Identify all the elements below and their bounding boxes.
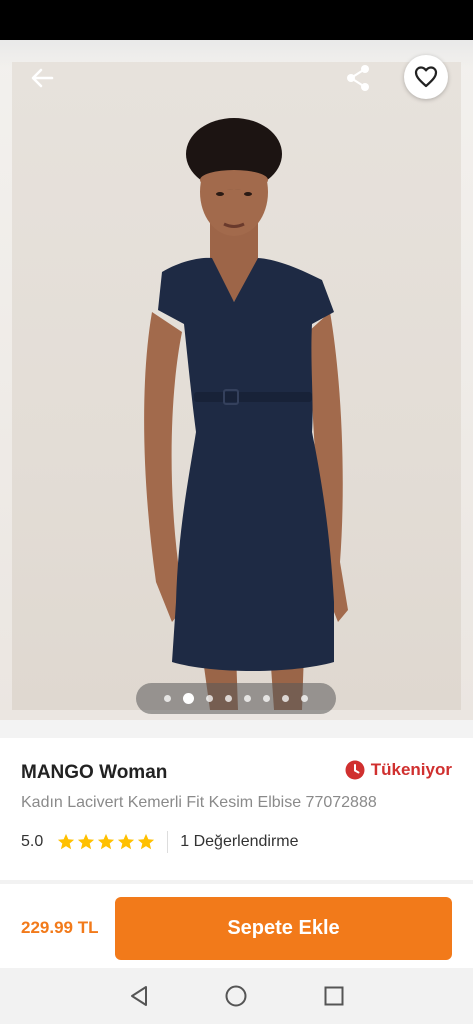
back-button[interactable] [26,62,58,94]
share-icon [347,65,369,91]
product-title: Kadın Lacivert Kemerli Fit Kesim Elbise … [21,794,377,811]
clock-icon [345,760,365,780]
star-icon [138,833,155,850]
gallery-dot[interactable] [301,695,308,702]
square-recents-icon[interactable] [321,983,347,1009]
model-illustration [144,118,348,710]
star-icon [58,833,75,850]
product-info: MANGO Woman Tükeniyor Kadın Lacivert Kem… [0,738,473,880]
heart-icon [414,66,438,88]
star-icon [98,833,115,850]
section-divider [0,720,473,738]
gallery-dot[interactable] [206,695,213,702]
triangle-back-icon[interactable] [126,983,152,1009]
gallery-dot[interactable] [225,695,232,702]
favorite-button[interactable] [404,55,448,99]
product-image-gallery[interactable] [0,40,473,720]
system-navigation-bar [0,968,473,1024]
buy-bar: 229.99 TL Sepete Ekle [0,884,473,968]
star-icon [78,833,95,850]
gallery-dot[interactable] [282,695,289,702]
stock-status-label: Tükeniyor [370,760,452,779]
review-count-link[interactable]: 1 Değerlendirme [180,833,298,851]
star-icon [118,833,135,850]
stock-status: Tükeniyor [345,760,452,780]
brand-name[interactable]: MANGO Woman [21,762,167,784]
rating-separator [167,831,169,853]
share-button[interactable] [342,62,374,94]
gallery-dot[interactable] [244,695,251,702]
gallery-pagination-dots[interactable] [136,683,336,714]
star-rating [57,833,155,851]
gallery-dot[interactable] [164,695,171,702]
circle-home-icon[interactable] [223,983,249,1009]
add-to-cart-button[interactable]: Sepete Ekle [115,897,452,960]
rating-value: 5.0 [21,833,44,850]
back-arrow-icon [31,68,54,88]
status-bar [0,0,473,40]
rating-row[interactable]: 5.0 1 Değerlendirme [21,830,299,854]
gallery-dot-active[interactable] [183,693,194,704]
product-photo[interactable] [12,62,461,710]
gallery-dot[interactable] [263,695,270,702]
price: 229.99 TL [21,918,99,937]
